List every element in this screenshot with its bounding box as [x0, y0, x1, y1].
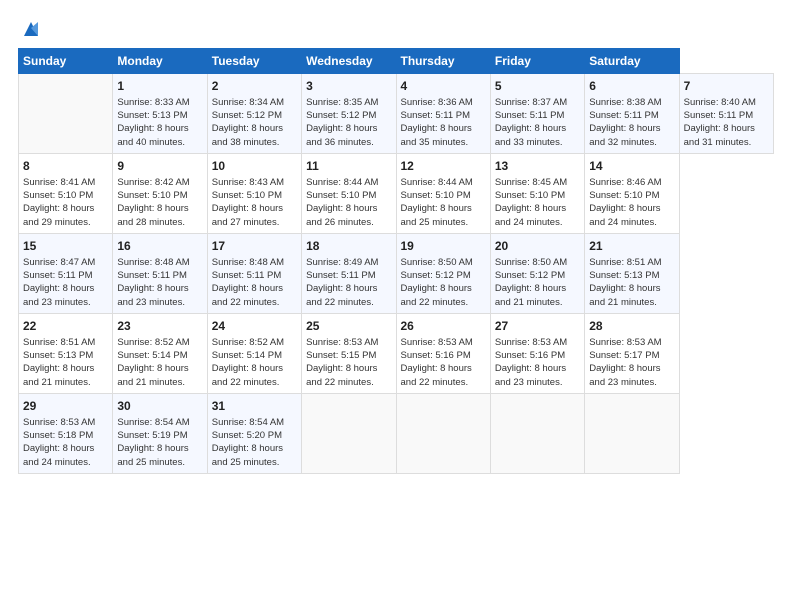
day-number: 19 — [401, 238, 486, 255]
logo-icon — [20, 18, 42, 40]
day-number: 7 — [684, 78, 769, 95]
calendar-cell: 5Sunrise: 8:37 AMSunset: 5:11 PMDaylight… — [490, 74, 584, 154]
calendar-cell: 6Sunrise: 8:38 AMSunset: 5:11 PMDaylight… — [585, 74, 679, 154]
calendar-cell — [585, 393, 679, 473]
calendar-cell — [302, 393, 396, 473]
calendar-cell: 21Sunrise: 8:51 AMSunset: 5:13 PMDayligh… — [585, 233, 679, 313]
calendar-cell: 27Sunrise: 8:53 AMSunset: 5:16 PMDayligh… — [490, 313, 584, 393]
day-header-friday: Friday — [490, 49, 584, 74]
day-number: 28 — [589, 318, 674, 335]
day-number: 30 — [117, 398, 202, 415]
day-number: 17 — [212, 238, 297, 255]
calendar-cell: 23Sunrise: 8:52 AMSunset: 5:14 PMDayligh… — [113, 313, 207, 393]
logo — [18, 18, 42, 40]
calendar-cell: 24Sunrise: 8:52 AMSunset: 5:14 PMDayligh… — [207, 313, 301, 393]
calendar-cell: 31Sunrise: 8:54 AMSunset: 5:20 PMDayligh… — [207, 393, 301, 473]
calendar-cell: 28Sunrise: 8:53 AMSunset: 5:17 PMDayligh… — [585, 313, 679, 393]
day-number: 20 — [495, 238, 580, 255]
day-header-saturday: Saturday — [585, 49, 679, 74]
day-number: 27 — [495, 318, 580, 335]
calendar-cell: 15Sunrise: 8:47 AMSunset: 5:11 PMDayligh… — [19, 233, 113, 313]
calendar-cell: 4Sunrise: 8:36 AMSunset: 5:11 PMDaylight… — [396, 74, 490, 154]
day-number: 31 — [212, 398, 297, 415]
calendar-cell: 29Sunrise: 8:53 AMSunset: 5:18 PMDayligh… — [19, 393, 113, 473]
header-row: SundayMondayTuesdayWednesdayThursdayFrid… — [19, 49, 774, 74]
calendar-cell: 14Sunrise: 8:46 AMSunset: 5:10 PMDayligh… — [585, 153, 679, 233]
day-header-thursday: Thursday — [396, 49, 490, 74]
calendar-cell: 8Sunrise: 8:41 AMSunset: 5:10 PMDaylight… — [19, 153, 113, 233]
calendar-cell: 11Sunrise: 8:44 AMSunset: 5:10 PMDayligh… — [302, 153, 396, 233]
day-number: 15 — [23, 238, 108, 255]
calendar-table: SundayMondayTuesdayWednesdayThursdayFrid… — [18, 48, 774, 474]
calendar-cell: 2Sunrise: 8:34 AMSunset: 5:12 PMDaylight… — [207, 74, 301, 154]
day-number: 12 — [401, 158, 486, 175]
calendar-cell: 16Sunrise: 8:48 AMSunset: 5:11 PMDayligh… — [113, 233, 207, 313]
calendar-cell: 30Sunrise: 8:54 AMSunset: 5:19 PMDayligh… — [113, 393, 207, 473]
calendar-cell — [19, 74, 113, 154]
calendar-cell: 1Sunrise: 8:33 AMSunset: 5:13 PMDaylight… — [113, 74, 207, 154]
calendar-page: SundayMondayTuesdayWednesdayThursdayFrid… — [0, 0, 792, 612]
day-number: 29 — [23, 398, 108, 415]
day-number: 9 — [117, 158, 202, 175]
week-row-1: 1Sunrise: 8:33 AMSunset: 5:13 PMDaylight… — [19, 74, 774, 154]
day-number: 16 — [117, 238, 202, 255]
day-number: 3 — [306, 78, 391, 95]
calendar-cell: 9Sunrise: 8:42 AMSunset: 5:10 PMDaylight… — [113, 153, 207, 233]
day-header-sunday: Sunday — [19, 49, 113, 74]
week-row-4: 22Sunrise: 8:51 AMSunset: 5:13 PMDayligh… — [19, 313, 774, 393]
calendar-cell — [490, 393, 584, 473]
calendar-cell: 19Sunrise: 8:50 AMSunset: 5:12 PMDayligh… — [396, 233, 490, 313]
day-number: 22 — [23, 318, 108, 335]
day-number: 14 — [589, 158, 674, 175]
day-header-tuesday: Tuesday — [207, 49, 301, 74]
day-number: 23 — [117, 318, 202, 335]
page-header — [18, 18, 774, 40]
day-number: 18 — [306, 238, 391, 255]
calendar-cell: 22Sunrise: 8:51 AMSunset: 5:13 PMDayligh… — [19, 313, 113, 393]
week-row-5: 29Sunrise: 8:53 AMSunset: 5:18 PMDayligh… — [19, 393, 774, 473]
day-number: 13 — [495, 158, 580, 175]
calendar-cell: 13Sunrise: 8:45 AMSunset: 5:10 PMDayligh… — [490, 153, 584, 233]
day-number: 21 — [589, 238, 674, 255]
calendar-cell: 20Sunrise: 8:50 AMSunset: 5:12 PMDayligh… — [490, 233, 584, 313]
calendar-cell: 18Sunrise: 8:49 AMSunset: 5:11 PMDayligh… — [302, 233, 396, 313]
calendar-cell: 25Sunrise: 8:53 AMSunset: 5:15 PMDayligh… — [302, 313, 396, 393]
day-header-monday: Monday — [113, 49, 207, 74]
day-number: 25 — [306, 318, 391, 335]
calendar-cell: 17Sunrise: 8:48 AMSunset: 5:11 PMDayligh… — [207, 233, 301, 313]
week-row-2: 8Sunrise: 8:41 AMSunset: 5:10 PMDaylight… — [19, 153, 774, 233]
calendar-cell: 12Sunrise: 8:44 AMSunset: 5:10 PMDayligh… — [396, 153, 490, 233]
day-number: 1 — [117, 78, 202, 95]
day-number: 6 — [589, 78, 674, 95]
calendar-cell — [396, 393, 490, 473]
calendar-cell: 7Sunrise: 8:40 AMSunset: 5:11 PMDaylight… — [679, 74, 773, 154]
day-header-wednesday: Wednesday — [302, 49, 396, 74]
day-number: 2 — [212, 78, 297, 95]
day-number: 8 — [23, 158, 108, 175]
day-number: 10 — [212, 158, 297, 175]
calendar-cell: 3Sunrise: 8:35 AMSunset: 5:12 PMDaylight… — [302, 74, 396, 154]
day-number: 24 — [212, 318, 297, 335]
calendar-cell: 26Sunrise: 8:53 AMSunset: 5:16 PMDayligh… — [396, 313, 490, 393]
day-number: 5 — [495, 78, 580, 95]
day-number: 4 — [401, 78, 486, 95]
calendar-cell: 10Sunrise: 8:43 AMSunset: 5:10 PMDayligh… — [207, 153, 301, 233]
day-number: 26 — [401, 318, 486, 335]
day-number: 11 — [306, 158, 391, 175]
week-row-3: 15Sunrise: 8:47 AMSunset: 5:11 PMDayligh… — [19, 233, 774, 313]
